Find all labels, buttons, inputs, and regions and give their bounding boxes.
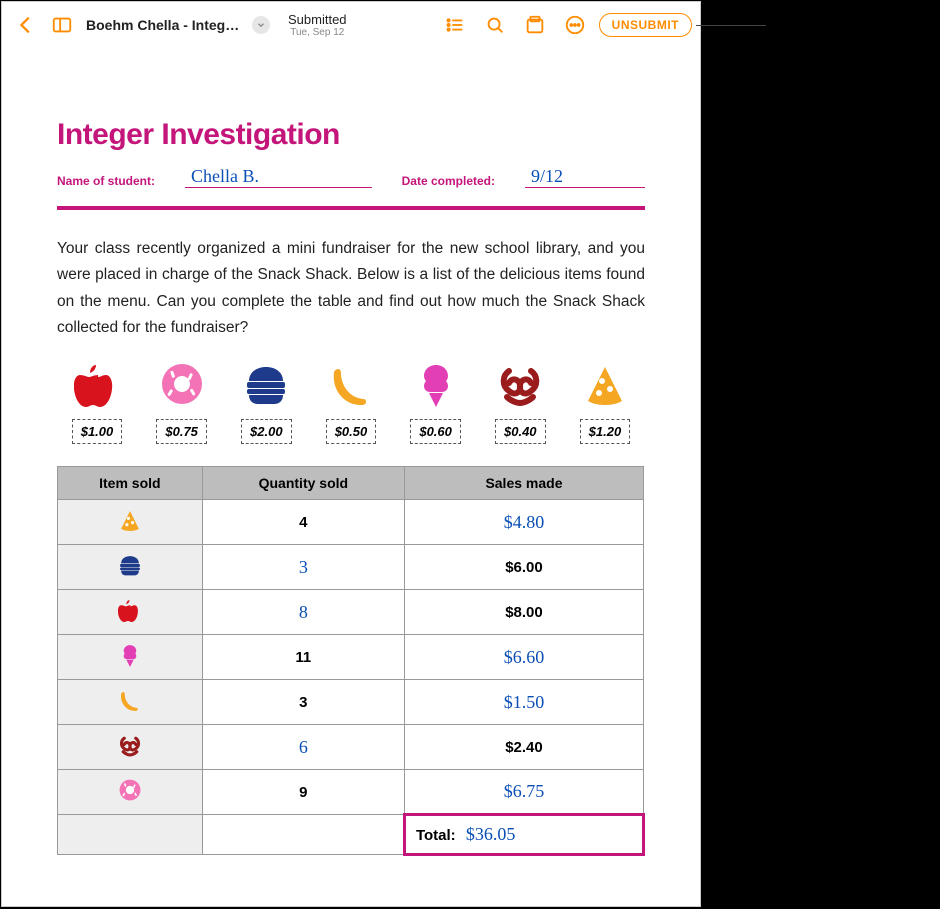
status-label: Submitted: [288, 12, 347, 27]
qty-cell: 3: [202, 545, 404, 590]
list-icon[interactable]: [439, 9, 471, 41]
pizza-icon: [118, 519, 142, 536]
status-block: Submitted Tue, Sep 12: [288, 12, 347, 38]
table-row: 8 $8.00: [58, 590, 644, 635]
sales-cell: $6.00: [404, 545, 643, 590]
menu-item-burger: $2.00: [230, 359, 302, 444]
menu-item-donut: $0.75: [146, 359, 218, 444]
menu-item-apple: $1.00: [61, 359, 133, 444]
price-pizza: $1.20: [580, 419, 631, 444]
qty-cell: 9: [202, 770, 404, 815]
apple-icon: [72, 359, 122, 409]
table-header: Quantity sold: [202, 467, 404, 500]
qty-cell: 8: [202, 590, 404, 635]
item-cell: [58, 590, 203, 635]
price-icecream: $0.60: [410, 419, 461, 444]
qty-cell: 3: [202, 680, 404, 725]
icecream-icon: [411, 359, 461, 409]
menu-item-icecream: $0.60: [400, 359, 472, 444]
sales-cell: $6.60: [404, 635, 643, 680]
sidebar-icon[interactable]: [46, 9, 78, 41]
divider: [57, 206, 645, 210]
table-header: Item sold: [58, 467, 203, 500]
burger-icon: [241, 359, 291, 409]
sales-cell: $2.40: [404, 725, 643, 770]
donut-icon: [157, 359, 207, 409]
chevron-down-icon[interactable]: [252, 16, 270, 34]
menu-item-pretzel: $0.40: [484, 359, 556, 444]
table-row: 6 $2.40: [58, 725, 644, 770]
menu-item-banana: $0.50: [315, 359, 387, 444]
donut-icon: [118, 789, 142, 806]
banana-icon: [326, 359, 376, 409]
more-icon[interactable]: [559, 9, 591, 41]
name-field: Chella B.: [185, 166, 372, 188]
toolbar: Boehm Chella - Integers I... Submitted T…: [2, 2, 700, 48]
sales-cell: $4.80: [404, 500, 643, 545]
tools-icon[interactable]: [519, 9, 551, 41]
icecream-icon: [118, 654, 142, 671]
callout-line: [696, 25, 766, 26]
sales-cell: $1.50: [404, 680, 643, 725]
burger-icon: [118, 564, 142, 581]
table-row: 3 $6.00: [58, 545, 644, 590]
item-cell: [58, 500, 203, 545]
menu-row: $1.00 $0.75 $2.00 $0.50 $0.60 $0.40 $1.2…: [57, 359, 645, 444]
pretzel-icon: [495, 359, 545, 409]
date-field: 9/12: [525, 166, 645, 188]
item-cell: [58, 680, 203, 725]
document-body: Integer Investigation Name of student: C…: [2, 48, 700, 886]
qty-cell: 11: [202, 635, 404, 680]
back-icon[interactable]: [10, 9, 42, 41]
worksheet-title: Integer Investigation: [57, 118, 645, 152]
empty-cell: [202, 815, 404, 855]
pizza-icon: [580, 359, 630, 409]
price-banana: $0.50: [326, 419, 377, 444]
table-row: 9 $6.75: [58, 770, 644, 815]
date-label: Date completed:: [402, 174, 495, 188]
price-pretzel: $0.40: [495, 419, 546, 444]
item-cell: [58, 725, 203, 770]
table-row: 4 $4.80: [58, 500, 644, 545]
empty-cell: [58, 815, 203, 855]
table-row: 11 $6.60: [58, 635, 644, 680]
banana-icon: [118, 699, 142, 716]
table-header: Sales made: [404, 467, 643, 500]
status-date: Tue, Sep 12: [288, 27, 347, 38]
qty-cell: 6: [202, 725, 404, 770]
unsubmit-button[interactable]: UNSUBMIT: [599, 13, 692, 37]
sales-cell: $8.00: [404, 590, 643, 635]
price-apple: $1.00: [72, 419, 123, 444]
document-title[interactable]: Boehm Chella - Integers I...: [86, 17, 246, 33]
item-cell: [58, 635, 203, 680]
pretzel-icon: [118, 744, 142, 761]
intro-paragraph: Your class recently organized a mini fun…: [57, 236, 645, 341]
name-label: Name of student:: [57, 174, 155, 188]
item-cell: [58, 770, 203, 815]
total-cell: Total: $36.05: [404, 815, 643, 855]
price-donut: $0.75: [156, 419, 207, 444]
date-value: 9/12: [531, 166, 563, 187]
item-cell: [58, 545, 203, 590]
total-value: $36.05: [466, 824, 516, 844]
total-label: Total:: [416, 827, 456, 844]
total-row: Total: $36.05: [58, 815, 644, 855]
qty-cell: 4: [202, 500, 404, 545]
sales-cell: $6.75: [404, 770, 643, 815]
menu-item-pizza: $1.20: [569, 359, 641, 444]
search-icon[interactable]: [479, 9, 511, 41]
sales-table: Item soldQuantity soldSales made 4 $4.80…: [57, 466, 645, 856]
table-row: 3 $1.50: [58, 680, 644, 725]
price-burger: $2.00: [241, 419, 292, 444]
name-value: Chella B.: [191, 166, 259, 187]
apple-icon: [118, 609, 142, 626]
